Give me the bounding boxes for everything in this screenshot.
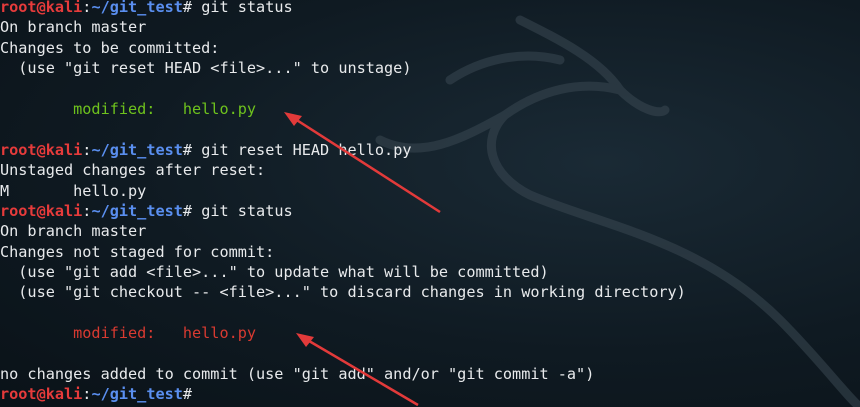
prompt-path: ~/git_test bbox=[91, 0, 183, 16]
output-line: (use "git add <file>..." to update what … bbox=[0, 263, 549, 282]
prompt-line: root@kali:~/git_test# git reset HEAD hel… bbox=[0, 140, 686, 160]
modified-unstaged-line: modified: hello.py bbox=[0, 324, 257, 343]
output-line: (use "git checkout -- <file>..." to disc… bbox=[0, 283, 686, 302]
terminal-output: root@kali:~/git_test# git status On bran… bbox=[0, 0, 686, 405]
command-text: git status bbox=[201, 0, 293, 16]
prompt-user: root@kali bbox=[0, 201, 83, 220]
prompt-path: ~/git_test bbox=[91, 201, 183, 220]
prompt-user: root@kali bbox=[0, 385, 83, 404]
output-line: Changes to be committed: bbox=[0, 38, 220, 57]
output-line: no changes added to commit (use "git add… bbox=[0, 365, 595, 384]
prompt-user: root@kali bbox=[0, 0, 83, 16]
prompt-symbol: # bbox=[182, 140, 202, 159]
terminal-window[interactable]: root@kali:~/git_test# git status On bran… bbox=[0, 0, 860, 407]
prompt-symbol: # bbox=[182, 385, 202, 404]
command-text: git status bbox=[201, 201, 293, 220]
output-line: (use "git reset HEAD <file>..." to unsta… bbox=[0, 59, 412, 78]
output-line: On branch master bbox=[0, 18, 147, 37]
command-text: git reset HEAD hello.py bbox=[201, 140, 412, 159]
prompt-symbol: # bbox=[182, 0, 202, 16]
prompt-line: root@kali:~/git_test# bbox=[0, 384, 686, 404]
prompt-path: ~/git_test bbox=[91, 140, 183, 159]
output-line: On branch master bbox=[0, 222, 147, 241]
prompt-symbol: # bbox=[182, 201, 202, 220]
prompt-line: root@kali:~/git_test# git status bbox=[0, 0, 686, 17]
prompt-line: root@kali:~/git_test# git status bbox=[0, 201, 686, 221]
prompt-path: ~/git_test bbox=[91, 385, 183, 404]
prompt-user: root@kali bbox=[0, 140, 83, 159]
output-line: Changes not staged for commit: bbox=[0, 242, 275, 261]
output-line: Unstaged changes after reset: bbox=[0, 161, 266, 180]
modified-staged-line: modified: hello.py bbox=[0, 99, 257, 118]
output-line: M hello.py bbox=[0, 181, 147, 200]
